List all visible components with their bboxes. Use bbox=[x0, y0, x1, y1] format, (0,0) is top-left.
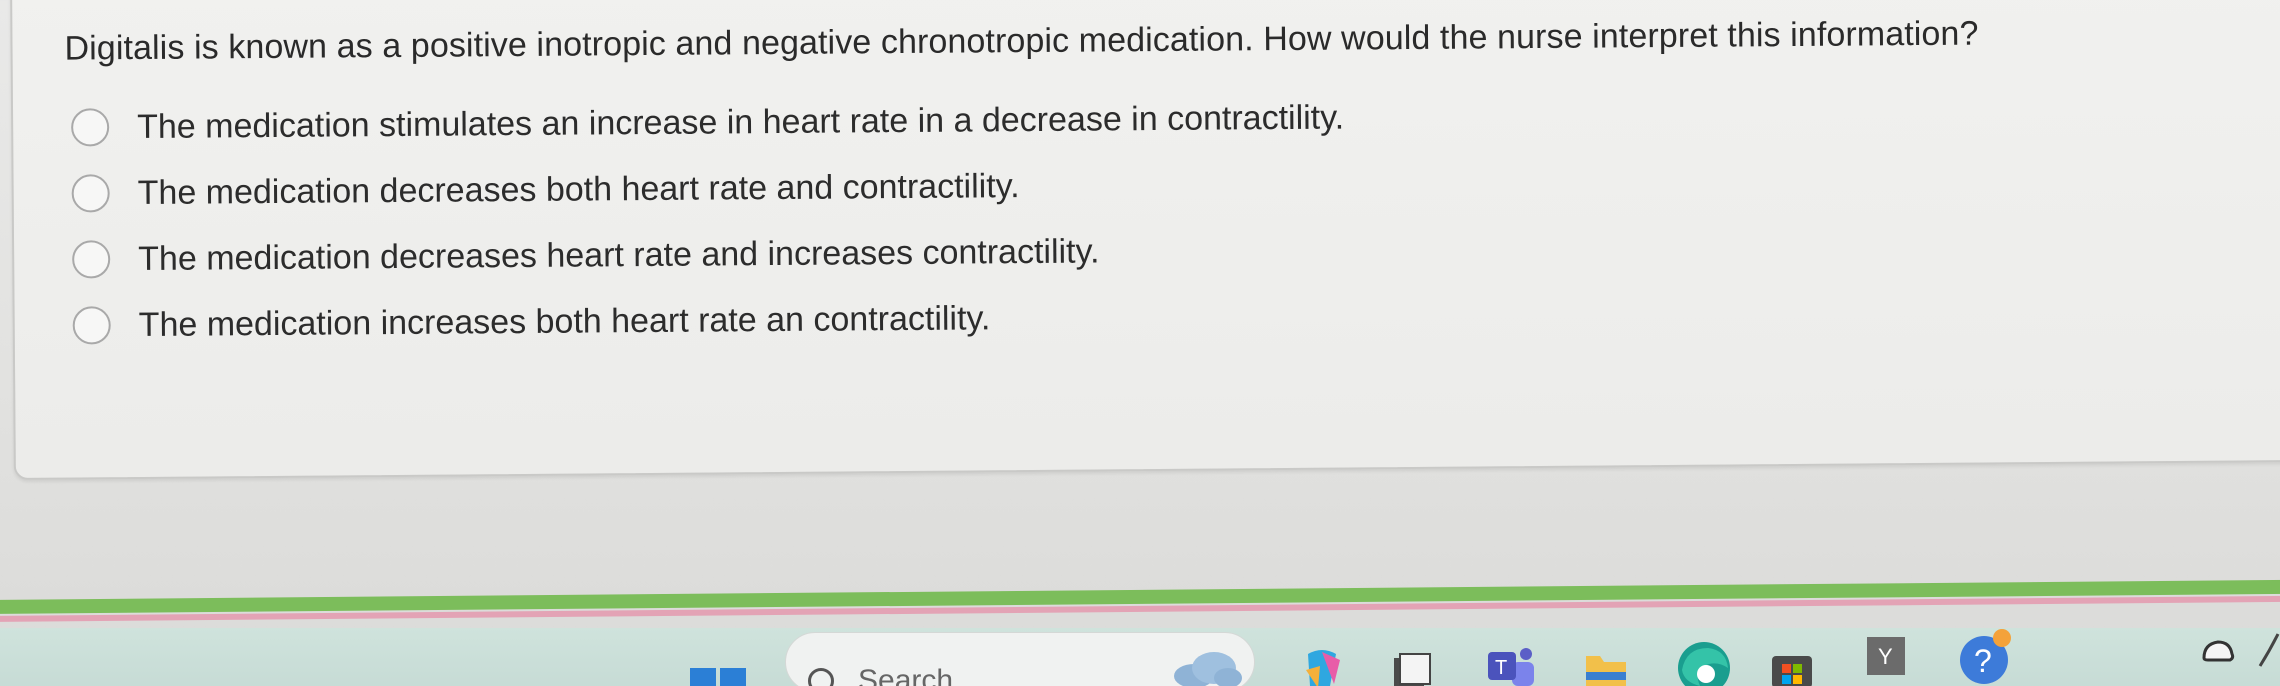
svg-text:Y: Y bbox=[1878, 644, 1893, 669]
onedrive-icon[interactable] bbox=[2200, 636, 2236, 669]
answer-option-1-label: The medication stimulates an increase in… bbox=[137, 98, 1345, 146]
teams-icon[interactable]: T bbox=[1486, 646, 1536, 686]
radio-button-3[interactable] bbox=[72, 240, 111, 279]
quiz-card: Digitalis is known as a positive inotrop… bbox=[10, 0, 2280, 480]
windows-start-icon[interactable] bbox=[690, 664, 746, 686]
answer-option-3[interactable]: The medication decreases heart rate and … bbox=[72, 229, 1100, 281]
radio-button-4[interactable] bbox=[72, 306, 111, 345]
copilot-icon[interactable] bbox=[1300, 646, 1344, 686]
answer-option-4-label: The medication increases both heart rate… bbox=[138, 298, 991, 344]
question-text: Digitalis is known as a positive inotrop… bbox=[64, 14, 1979, 68]
answer-option-2-label: The medication decreases both heart rate… bbox=[137, 166, 1020, 212]
svg-text:?: ? bbox=[1974, 643, 1992, 679]
yahoo-icon[interactable]: Y bbox=[1866, 636, 1906, 681]
folder-icon[interactable] bbox=[1584, 650, 1628, 686]
answer-option-1[interactable]: The medication stimulates an increase in… bbox=[71, 96, 1344, 150]
search-label: Search bbox=[858, 664, 954, 686]
microsoft-store-icon[interactable] bbox=[1770, 646, 1814, 686]
radio-button-1[interactable] bbox=[71, 108, 110, 147]
help-icon[interactable]: ? bbox=[1956, 628, 2016, 686]
svg-text:T: T bbox=[1495, 657, 1507, 679]
pen-icon[interactable] bbox=[2256, 630, 2280, 675]
radio-button-2[interactable] bbox=[71, 174, 110, 213]
answer-option-2[interactable]: The medication decreases both heart rate… bbox=[71, 164, 1020, 215]
weather-icon[interactable] bbox=[1172, 650, 1242, 686]
answer-option-4[interactable]: The medication increases both heart rate… bbox=[72, 296, 991, 347]
edge-icon[interactable] bbox=[1676, 640, 1732, 686]
answer-option-3-label: The medication decreases heart rate and … bbox=[138, 231, 1100, 278]
file-explorer-icon[interactable] bbox=[1392, 652, 1432, 686]
